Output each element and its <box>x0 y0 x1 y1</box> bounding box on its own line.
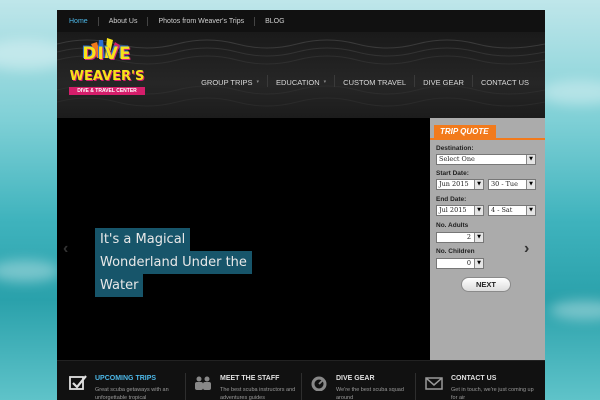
chevron-down-icon: ▾ <box>323 79 327 85</box>
gauge-icon <box>311 376 327 391</box>
nav-label: CUSTOM TRAVEL <box>343 77 407 87</box>
feature-title: UPCOMING TRIPS <box>95 375 157 382</box>
site-container: Home About Us Photos from Weaver's Trips… <box>57 10 545 400</box>
feature-upcoming-trips[interactable]: UPCOMING TRIPS Great scuba getaways with… <box>69 375 181 400</box>
toplink-photos[interactable]: Photos from Weaver's Trips <box>158 18 244 25</box>
toplink-blog[interactable]: BLOG <box>265 18 284 25</box>
select-value: Jun 2015 <box>439 180 469 188</box>
toplink-home[interactable]: Home <box>69 18 88 25</box>
people-icon <box>195 376 211 390</box>
end-day-select[interactable]: 4 - Sat ▼ <box>488 205 536 216</box>
end-month-select[interactable]: Jul 2015 ▼ <box>436 205 484 216</box>
slider-prev-arrow[interactable]: ‹ <box>63 240 68 258</box>
trip-quote-title: TRIP QUOTE <box>434 125 496 138</box>
select-value: Select One <box>439 155 475 163</box>
nav-dive-gear[interactable]: DIVE GEAR <box>415 77 472 87</box>
feature-title: MEET THE STAFF <box>220 375 280 382</box>
chevron-down-icon: ▼ <box>474 206 483 215</box>
nav-label: DIVE GEAR <box>423 77 464 87</box>
chevron-down-icon: ▼ <box>474 259 483 268</box>
hero-slider: ‹ It's a Magical Wonderland Under the Wa… <box>57 118 430 360</box>
chevron-down-icon: ▼ <box>526 180 535 189</box>
chevron-down-icon: ▼ <box>474 180 483 189</box>
slider-next-arrow[interactable]: › <box>524 240 529 258</box>
nav-custom-travel[interactable]: CUSTOM TRAVEL <box>335 77 414 87</box>
chevron-down-icon: ▼ <box>526 206 535 215</box>
nav-label: EDUCATION <box>276 77 320 87</box>
start-month-select[interactable]: Jun 2015 ▼ <box>436 179 484 190</box>
divider <box>97 16 99 26</box>
divider <box>430 138 545 140</box>
select-value: 0 <box>466 259 471 267</box>
water-highlight <box>0 260 60 282</box>
destination-select[interactable]: Select One ▼ <box>436 154 536 165</box>
feature-strip: UPCOMING TRIPS Great scuba getaways with… <box>57 360 545 400</box>
caption-line: Wonderland Under the <box>95 251 252 274</box>
divider <box>415 373 416 400</box>
caption-line: It's a Magical <box>95 228 191 251</box>
select-value: 4 - Sat <box>491 206 513 214</box>
select-value: 2 <box>466 233 471 241</box>
feature-title: DIVE GEAR <box>336 375 375 382</box>
destination-label: Destination: <box>436 145 474 152</box>
divider <box>254 16 256 26</box>
site-header: DIVE WEAVER'S DIVE & TRAVEL CENTER GROUP… <box>57 32 545 118</box>
feature-title: CONTACT US <box>451 375 497 382</box>
start-date-label: Start Date: <box>436 170 469 177</box>
nav-label: GROUP TRIPS <box>201 77 253 87</box>
divider <box>147 16 149 26</box>
caption-line: Water <box>95 274 144 297</box>
trip-quote-panel: TRIP QUOTE Destination: Select One ▼ Sta… <box>430 118 545 360</box>
toplink-about-us[interactable]: About Us <box>109 18 138 25</box>
nav-contact-us[interactable]: CONTACT US <box>473 77 537 87</box>
chevron-down-icon: ▾ <box>256 79 260 85</box>
feature-desc: Great scuba getaways with an unforgettab… <box>95 387 169 400</box>
divider <box>301 373 302 400</box>
nav-group-trips[interactable]: GROUP TRIPS ▾ <box>193 77 267 87</box>
children-select[interactable]: 0 ▼ <box>436 258 484 269</box>
adults-select[interactable]: 2 ▼ <box>436 232 484 243</box>
start-day-select[interactable]: 30 - Tue ▼ <box>488 179 536 190</box>
logo-tagline: DIVE & TRAVEL CENTER <box>69 87 145 95</box>
envelope-icon <box>425 377 443 390</box>
water-highlight <box>550 300 600 320</box>
divider <box>185 373 186 400</box>
nav-education[interactable]: EDUCATION ▾ <box>268 77 334 87</box>
slide-caption: It's a Magical Wonderland Under the Wate… <box>95 228 252 297</box>
water-highlight <box>540 80 600 105</box>
checkbox-icon <box>69 375 87 390</box>
chevron-down-icon: ▼ <box>474 233 483 242</box>
end-date-label: End Date: <box>436 196 467 203</box>
logo-text-weavers: WEAVER'S <box>69 69 145 84</box>
main-nav: GROUP TRIPS ▾ EDUCATION ▾ CUSTOM TRAVEL DI… <box>193 75 537 87</box>
nav-label: CONTACT US <box>480 77 529 87</box>
feature-meet-staff[interactable]: MEET THE STAFF The best scuba instructor… <box>194 375 306 400</box>
adults-label: No. Adults <box>436 222 469 229</box>
chevron-down-icon: ▼ <box>526 155 535 164</box>
feature-desc: We're the best scuba squad around <box>336 387 404 400</box>
feature-dive-gear[interactable]: DIVE GEAR We're the best scuba squad aro… <box>310 375 422 400</box>
logo-text-dive: DIVE <box>82 44 132 64</box>
feature-desc: The best scuba instructors and adventure… <box>220 387 296 400</box>
top-link-bar: Home About Us Photos from Weaver's Trips… <box>57 10 545 32</box>
feature-desc: Get in touch, we're just coming up for a… <box>451 387 534 400</box>
select-value: 30 - Tue <box>491 180 518 188</box>
next-button[interactable]: NEXT <box>461 277 511 292</box>
feature-contact-us[interactable]: CONTACT US Get in touch, we're just comi… <box>425 375 537 400</box>
site-logo[interactable]: DIVE WEAVER'S DIVE & TRAVEL CENTER <box>69 38 145 104</box>
select-value: Jul 2015 <box>439 206 467 214</box>
children-label: No. Children <box>436 248 475 255</box>
